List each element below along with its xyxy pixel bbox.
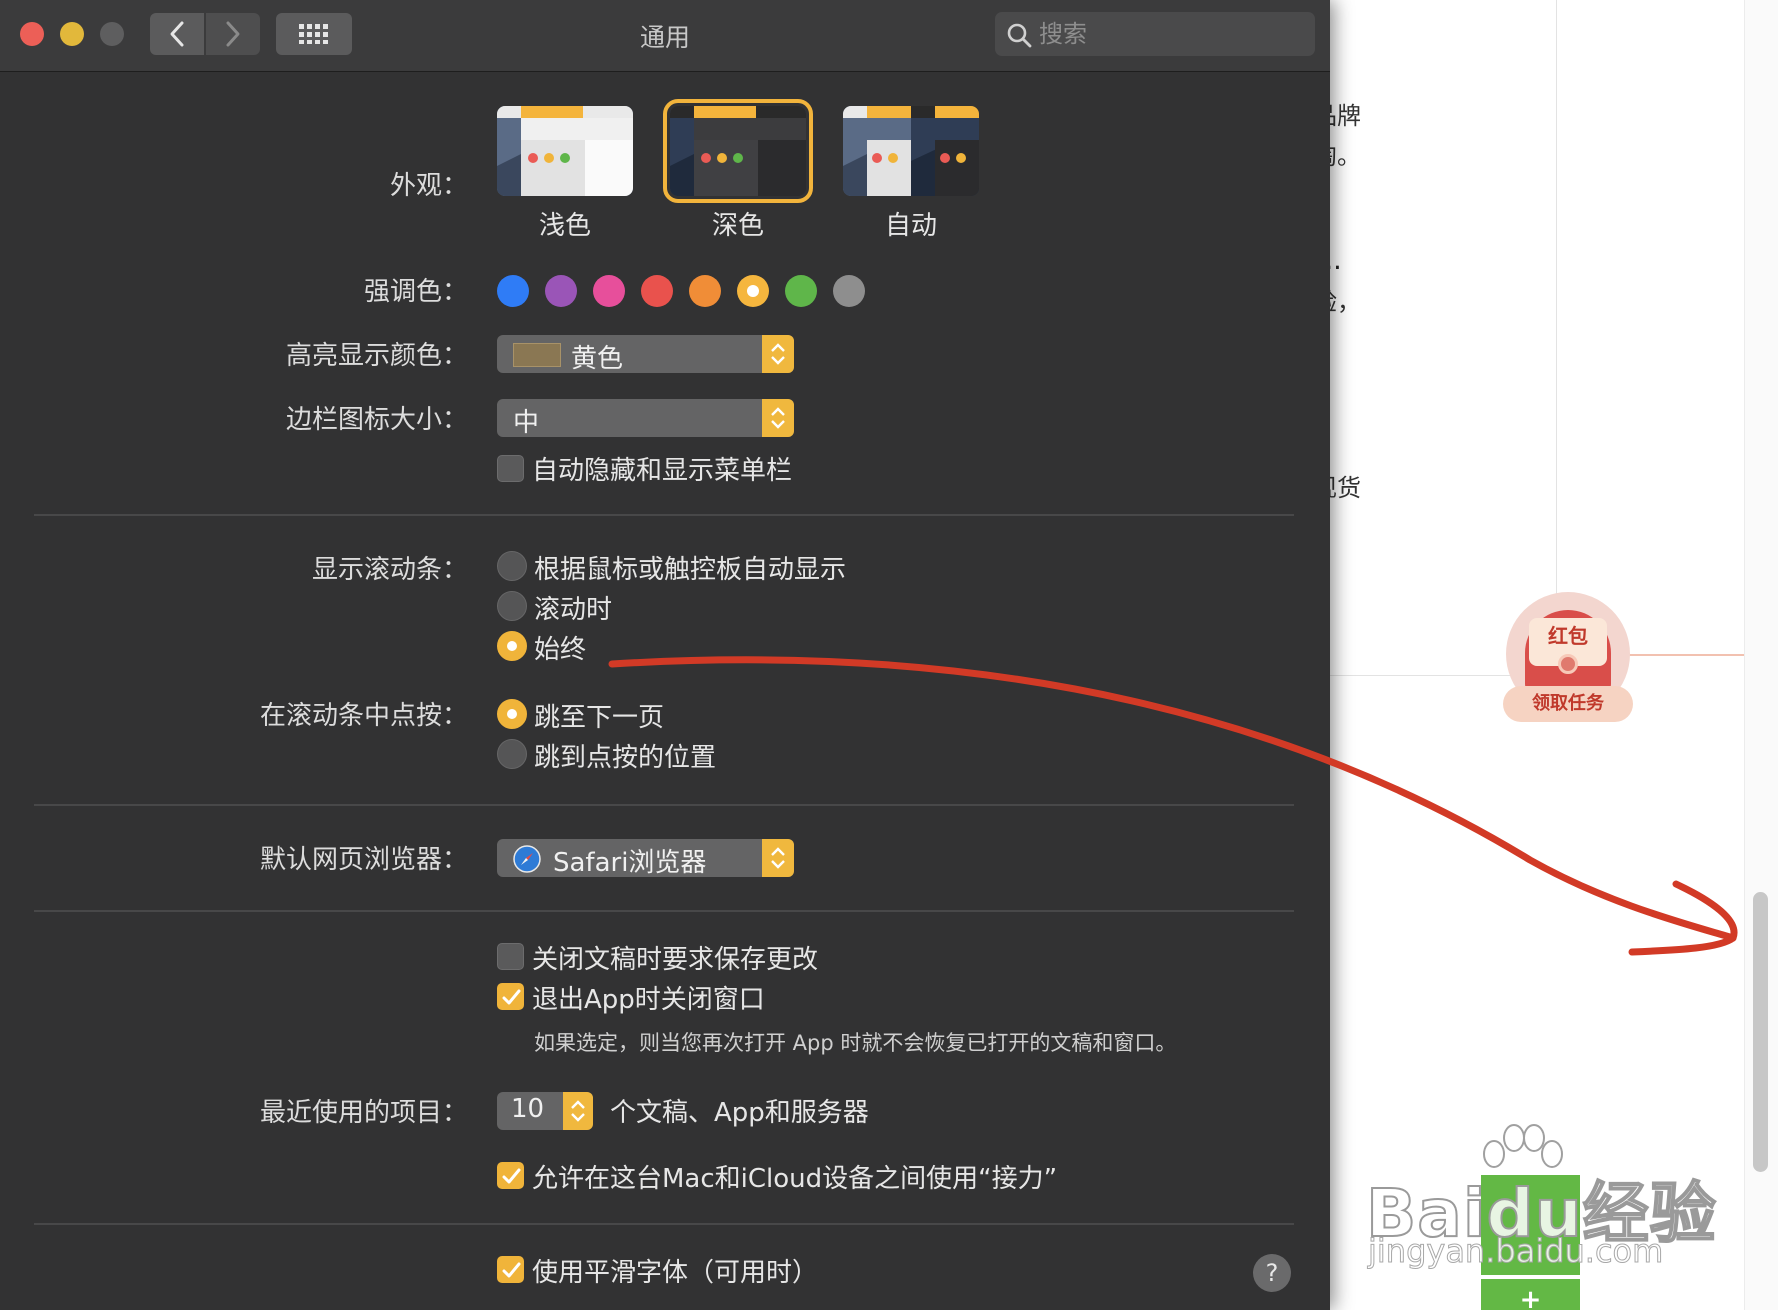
jump-clicked-spot-radio[interactable] [497,739,527,769]
accent-pink-swatch[interactable] [593,275,625,307]
claim-task-button[interactable]: 领取任务 [1503,686,1633,722]
default-browser-value: Safari浏览器 [553,848,707,878]
scrollbars-auto-radio[interactable] [497,551,527,581]
appearance-auto-label: 自动 [884,211,937,241]
recent-items-popup[interactable]: 10 [497,1092,593,1130]
popup-arrows-icon [762,399,794,437]
handoff-label: 允许在这台Mac和iCloud设备之间使用“接力” [532,1164,1058,1194]
checkmark-icon [502,989,521,1005]
jump-clicked-spot-label: 跳到点按的位置 [534,743,717,773]
scrollbars-when-scrolling-label: 滚动时 [534,595,613,625]
safari-compass-icon [513,845,541,873]
red-envelope-widget[interactable]: 红包 领取任务 [1503,592,1633,726]
section-divider [34,1223,1294,1225]
sidebar-icon-size-label: 边栏图标大小： [285,405,468,435]
auto-hide-menubar-label: 自动隐藏和显示菜单栏 [532,456,793,486]
section-divider [34,514,1294,516]
appearance-auto-thumbnail[interactable] [843,106,979,196]
window-toolbar: 通用 [0,0,1330,72]
highlight-color-value: 黄色 [571,344,624,374]
ask-save-changes-checkbox[interactable] [497,943,524,970]
appearance-dark-thumbnail[interactable] [663,99,813,203]
search-icon [1007,23,1032,48]
popup-arrows-icon [762,335,794,373]
highlight-color-swatch [513,343,561,367]
popup-arrows-icon [563,1092,593,1130]
accent-green-swatch[interactable] [785,275,817,307]
section-divider [34,804,1294,806]
jump-next-page-radio[interactable] [497,699,527,729]
default-browser-label: 默认网页浏览器： [259,845,468,875]
watermark-url: jingyan.baidu.com [1367,1232,1664,1271]
handoff-checkbox[interactable] [497,1162,524,1189]
ask-save-changes-label: 关闭文稿时要求保存更改 [532,945,819,975]
search-input[interactable] [1039,18,1299,50]
highlight-color-label: 高亮显示颜色： [285,341,468,371]
popup-arrows-icon [762,839,794,877]
jump-next-page-label: 跳至下一页 [534,703,665,733]
accent-color-label: 强调色： [363,277,468,307]
scrollbars-auto-label: 根据鼠标或触控板自动显示 [534,555,847,585]
accent-blue-swatch[interactable] [497,275,529,307]
background-article-card: 多品牌 就淘。 的... 体验， 量现货 [1300,0,1557,676]
scrollbars-always-label: 始终 [534,635,587,665]
checkmark-icon [502,1262,521,1278]
accent-orange-swatch[interactable] [689,275,721,307]
font-smoothing-checkbox[interactable] [497,1256,524,1283]
accent-yellow-swatch[interactable] [737,275,769,307]
sidebar-icon-size-popup[interactable]: 中 [497,399,794,438]
recent-items-value: 10 [511,1094,545,1124]
preferences-content: 外观： 浅色 深色 自动 强调色： 高亮显示颜色： 黄色 边栏图标大小： 中 自… [0,73,1330,1310]
appearance-light-label: 浅色 [538,211,591,241]
section-divider [34,910,1294,912]
default-browser-popup[interactable]: Safari浏览器 [497,839,794,878]
plus-icon[interactable]: + [1481,1285,1580,1310]
baidu-watermark: Baidu经验 jingyan.baidu.com [1365,1124,1717,1280]
search-box[interactable] [995,12,1315,56]
show-scrollbars-label: 显示滚动条： [311,555,468,585]
sidebar-icon-size-value: 中 [513,408,540,438]
help-button[interactable]: ? [1253,1254,1291,1292]
appearance-dark-label: 深色 [711,211,764,241]
recent-items-suffix: 个文稿、App和服务器 [610,1098,869,1128]
scrollbars-always-radio[interactable] [497,631,527,661]
checkmark-icon [502,1168,521,1184]
accent-graphite-swatch[interactable] [833,275,865,307]
close-windows-on-quit-checkbox[interactable] [497,983,524,1010]
accent-red-swatch[interactable] [641,275,673,307]
appearance-light-thumbnail[interactable] [497,106,633,196]
general-preferences-window: 通用 外观： 浅色 [0,0,1330,1310]
accent-purple-swatch[interactable] [545,275,577,307]
highlight-color-popup[interactable]: 黄色 [497,335,794,374]
close-windows-on-quit-label: 退出App时关闭窗口 [532,985,765,1015]
recent-items-label: 最近使用的项目： [259,1098,468,1128]
page-scrollbar-thumb[interactable] [1753,892,1768,1172]
appearance-label: 外观： [389,171,468,201]
font-smoothing-label: 使用平滑字体（可用时） [532,1258,819,1288]
auto-hide-menubar-checkbox[interactable] [497,455,524,482]
close-windows-hint: 如果选定，则当您再次打开 App 时就不会恢复已打开的文稿和窗口。 [534,1031,1177,1055]
click-scrollbar-label: 在滚动条中点按： [259,701,468,731]
red-envelope-title: 红包 [1548,624,1588,648]
scrollbars-when-scrolling-radio[interactable] [497,591,527,621]
